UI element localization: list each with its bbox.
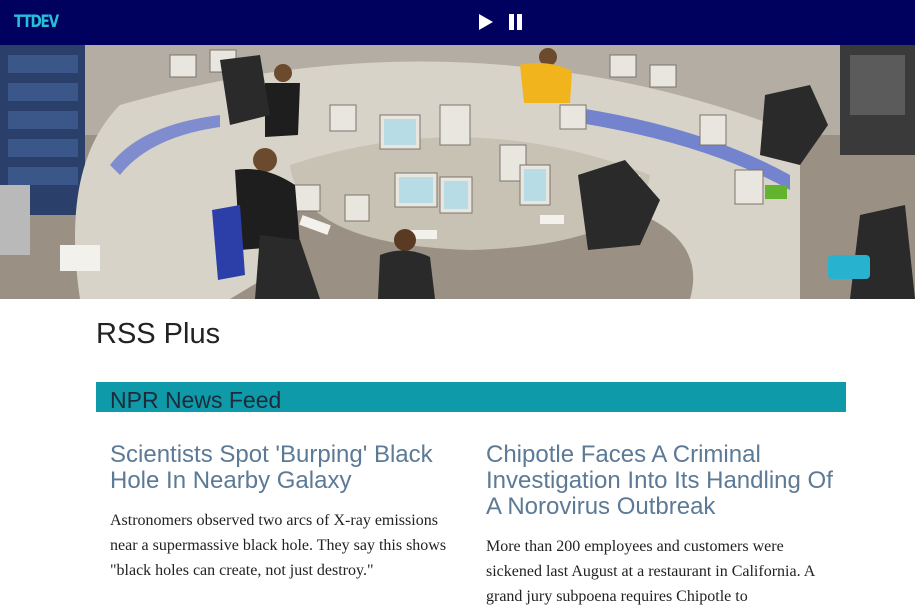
page-title: RSS Plus <box>96 318 221 350</box>
play-icon <box>479 14 493 30</box>
top-bar: TTDEV <box>0 0 915 45</box>
article-card: Scientists Spot 'Burping' Black Hole In … <box>110 442 462 583</box>
newsroom-photo <box>0 45 915 299</box>
pause-icon <box>509 14 522 30</box>
hero-image <box>0 45 915 299</box>
pause-button[interactable] <box>506 12 528 32</box>
feed-title: NPR News Feed <box>110 387 282 413</box>
article-summary: More than 200 employees and customers we… <box>486 538 815 605</box>
play-button[interactable] <box>476 12 498 32</box>
article-card: Chipotle Faces A Criminal Investigation … <box>486 442 838 609</box>
article-title-link[interactable]: Chipotle Faces A Criminal Investigation … <box>486 442 838 520</box>
article-title-link[interactable]: Scientists Spot 'Burping' Black Hole In … <box>110 442 462 494</box>
feed-header: NPR News Feed <box>96 382 846 413</box>
logo[interactable]: TTDEV <box>14 12 59 32</box>
article-summary: Astronomers observed two arcs of X-ray e… <box>110 512 447 579</box>
